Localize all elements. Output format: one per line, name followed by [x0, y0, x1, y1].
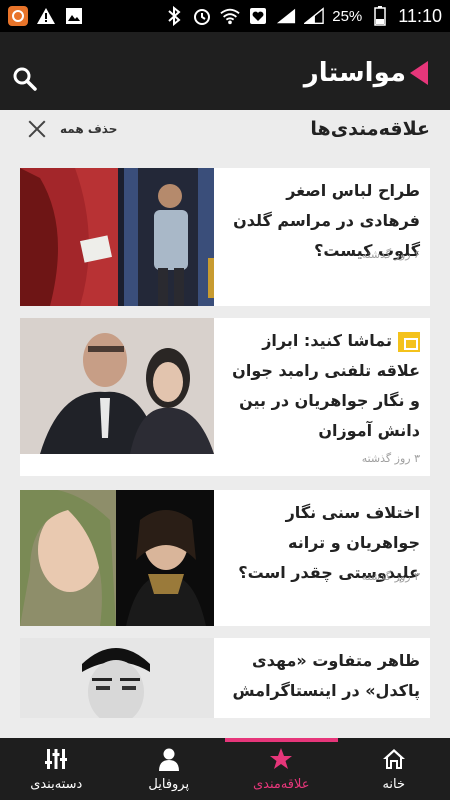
wifi-icon	[220, 6, 240, 26]
card-headline: تماشا کنید: ابراز علاقه تلفنی رامبد جوان…	[222, 326, 420, 446]
close-icon	[28, 120, 46, 138]
card-thumbnail	[20, 318, 214, 476]
card-content: طراح لباس اصغر فرهادی در مراسم گلدن گلوب…	[214, 168, 430, 306]
search-icon[interactable]	[12, 66, 38, 92]
favorite-card[interactable]: تماشا کنید: ابراز علاقه تلفنی رامبد جوان…	[20, 318, 430, 476]
battery-percent: 25%	[332, 7, 363, 25]
bluetooth-icon	[164, 6, 184, 26]
card-headline: ظاهر متفاوت «مهدی پاکدل» در اینستاگرامش	[232, 651, 420, 700]
clear-all-label: حذف همه	[60, 122, 118, 136]
signal-icon	[276, 6, 296, 26]
favorite-card[interactable]: طراح لباس اصغر فرهادی در مراسم گلدن گلوب…	[20, 168, 430, 306]
status-bar: 25% 11:10	[0, 0, 450, 32]
nav-label: علاقه‌مندی	[252, 776, 310, 792]
page-title: علاقه‌مندی‌ها	[310, 118, 430, 140]
image-icon	[64, 6, 84, 26]
nav-label: پروفایل	[148, 776, 190, 792]
card-time: ۶ روز گذشته	[361, 248, 420, 261]
battery-icon	[370, 6, 390, 26]
app-header: مواستار	[0, 32, 450, 110]
home-icon	[382, 748, 405, 769]
card-thumbnail	[20, 168, 214, 306]
nav-favorites[interactable]: علاقه‌مندی	[225, 738, 338, 800]
favorite-card[interactable]: اختلاف سنی نگار جواهریان و ترانه علیدوست…	[20, 490, 430, 626]
nav-categories[interactable]: دسته‌بندی	[0, 738, 113, 800]
card-content: تماشا کنید: ابراز علاقه تلفنی رامبد جوان…	[214, 318, 430, 476]
star-icon	[270, 747, 293, 769]
person-icon	[158, 748, 179, 771]
app-notification-icon	[8, 6, 28, 26]
card-time: ۳ روز گذشته	[361, 570, 420, 583]
alarm-icon	[192, 6, 212, 26]
favorites-title-row: علاقه‌مندی‌ها حذف همه	[0, 110, 450, 156]
card-content: ظاهر متفاوت «مهدی پاکدل» در اینستاگرامش	[214, 638, 430, 718]
logo-text: مواستار	[303, 58, 407, 88]
nav-label: دسته‌بندی	[30, 776, 83, 792]
clear-all-button[interactable]: حذف همه	[28, 120, 117, 138]
bottom-navigation: دسته‌بندی پروفایل علاقه‌مندی خانه	[0, 738, 450, 800]
signal-2-icon	[304, 6, 325, 26]
nav-label: خانه	[382, 776, 406, 792]
video-icon	[398, 331, 420, 352]
nav-home[interactable]: خانه	[338, 738, 450, 800]
favorite-card[interactable]: ظاهر متفاوت «مهدی پاکدل» در اینستاگرامش	[20, 638, 430, 718]
app-logo[interactable]: مواستار	[304, 58, 428, 88]
equalizer-icon	[45, 748, 68, 769]
warning-icon	[36, 6, 56, 26]
card-time: ۳ روز گذشته	[361, 452, 420, 465]
nav-profile[interactable]: پروفایل	[113, 738, 226, 800]
heart-icon	[248, 6, 268, 26]
card-thumbnail	[20, 638, 214, 718]
card-headline-text: تماشا کنید: ابراز علاقه تلفنی رامبد جوان…	[232, 331, 420, 440]
card-content: اختلاف سنی نگار جواهریان و ترانه علیدوست…	[214, 490, 430, 626]
clock: 11:10	[398, 5, 442, 26]
card-thumbnail	[20, 490, 214, 626]
play-icon	[410, 61, 428, 85]
